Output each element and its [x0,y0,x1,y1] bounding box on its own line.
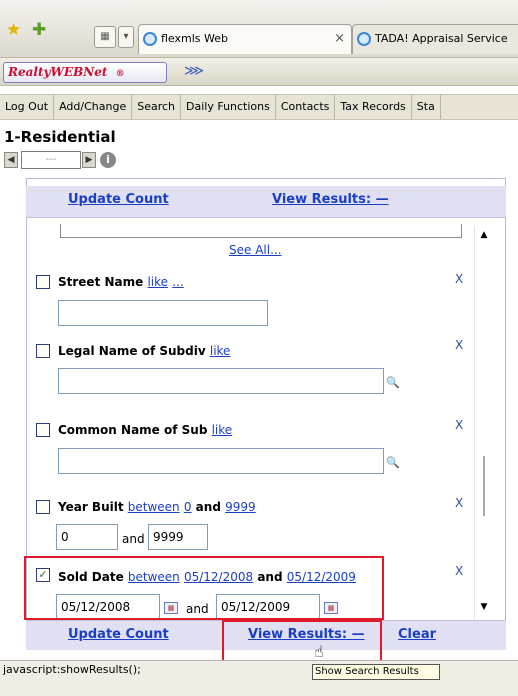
ie-page-icon [143,32,157,46]
operator-link[interactable]: like [210,344,231,358]
prev-page-icon[interactable]: ◀ [4,152,18,168]
ie-page-icon [357,32,371,46]
legal-name-input[interactable] [58,368,384,394]
field-label-text: Street Name [58,275,144,289]
remove-field-icon[interactable]: X [455,272,463,286]
nav-contacts[interactable]: Contacts [276,95,336,119]
nav-daily-functions[interactable]: Daily Functions [181,95,276,119]
update-count-link[interactable]: Update Count [68,192,169,207]
legal-name-checkbox[interactable] [36,344,50,358]
view-results-link[interactable]: View Results: — [272,192,389,207]
remove-field-icon[interactable]: X [455,496,463,510]
add-favorite-icon[interactable]: ✚ [32,22,46,39]
operator-link[interactable]: like [212,423,233,437]
see-all-link[interactable]: See All... [229,243,282,257]
top-action-row: Update Count View Results: — [26,186,506,218]
field-label-text: Common Name of Sub [58,423,208,437]
realtywebnet-logo[interactable]: RealtyWEBNet ® [3,62,167,83]
operator-more-link[interactable]: ... [172,275,183,289]
field-label: Year Built between 0 and 9999 [58,500,256,514]
remove-field-icon[interactable]: X [455,418,463,432]
remove-field-icon[interactable]: X [455,564,463,578]
info-icon[interactable]: i [100,152,116,168]
range-to-link[interactable]: 9999 [225,500,256,514]
nav-sta[interactable]: Sta [412,95,441,119]
quick-tabs-icon[interactable]: ▦ [94,26,116,48]
view-results-highlight [222,620,382,662]
field-label-text: Year Built [58,500,124,514]
tab-label: TADA! Appraisal Service [375,32,508,45]
update-count-link[interactable]: Update Count [68,627,169,642]
nav-add-change[interactable]: Add/Change [54,95,133,119]
status-bar: javascript:showResults(); [0,660,518,696]
page-input[interactable]: --- [21,151,81,169]
page-title: 1-Residential [4,128,116,146]
year-to-input[interactable]: 9999 [148,524,208,550]
field-label-text: Legal Name of Subdiv [58,344,206,358]
lookup-magnifier-icon[interactable]: 🔍 [386,456,400,469]
tooltip: Show Search Results [312,664,440,680]
field-label: Common Name of Sub like [58,423,232,437]
next-page-icon[interactable]: ▶ [82,152,96,168]
clear-link[interactable]: Clear [398,627,436,642]
scrollbar[interactable]: ▲ ▼ [474,226,492,620]
common-name-checkbox[interactable] [36,423,50,437]
tab-list-chevron-icon[interactable]: ▾ [118,26,134,48]
status-text: javascript:showResults(); [3,663,141,676]
tab-flexmls[interactable]: flexmls Web × [138,24,352,54]
nav-log-out[interactable]: Log Out [0,95,55,119]
lookup-magnifier-icon[interactable]: 🔍 [386,376,400,389]
scroll-down-icon[interactable]: ▼ [477,600,491,614]
favorites-star-icon[interactable]: ★ [6,22,21,39]
scroll-thumb[interactable] [483,456,485,516]
logo-text: RealtyWEBNet [8,65,108,79]
field-label: Street Name like ... [58,275,184,289]
and-label: and [122,532,145,546]
and-text: and [195,500,221,514]
street-name-checkbox[interactable] [36,275,50,289]
nav-tax-records[interactable]: Tax Records [335,95,412,119]
scroll-up-icon[interactable]: ▲ [477,228,491,242]
main-nav: Log Out Add/Change Search Daily Functions Co… [0,94,518,120]
listbox-bottom[interactable] [60,224,462,238]
remove-field-icon[interactable]: X [455,338,463,352]
range-from-link[interactable]: 0 [184,500,192,514]
app-toolbar: RealtyWEBNet ® ⋙ [0,58,518,86]
tab-label: flexmls Web [161,32,228,45]
expand-chevrons-icon[interactable]: ⋙ [184,63,204,79]
close-tab-icon[interactable]: × [334,25,345,53]
sold-date-highlight [24,556,384,620]
logo-mark: ® [115,69,125,79]
tab-tada[interactable]: TADA! Appraisal Service [352,24,518,54]
year-built-checkbox[interactable] [36,500,50,514]
operator-link[interactable]: between [128,500,180,514]
common-name-input[interactable] [58,448,384,474]
nav-search[interactable]: Search [132,95,182,119]
field-label: Legal Name of Subdiv like [58,344,230,358]
operator-link[interactable]: like [147,275,168,289]
street-name-input[interactable] [58,300,268,326]
browser-tab-bar: ★ ✚ ▦ ▾ flexmls Web × TADA! Appraisal Se… [0,0,518,58]
year-from-input[interactable]: 0 [56,524,118,550]
hand-cursor-icon: ☝ [314,642,324,661]
